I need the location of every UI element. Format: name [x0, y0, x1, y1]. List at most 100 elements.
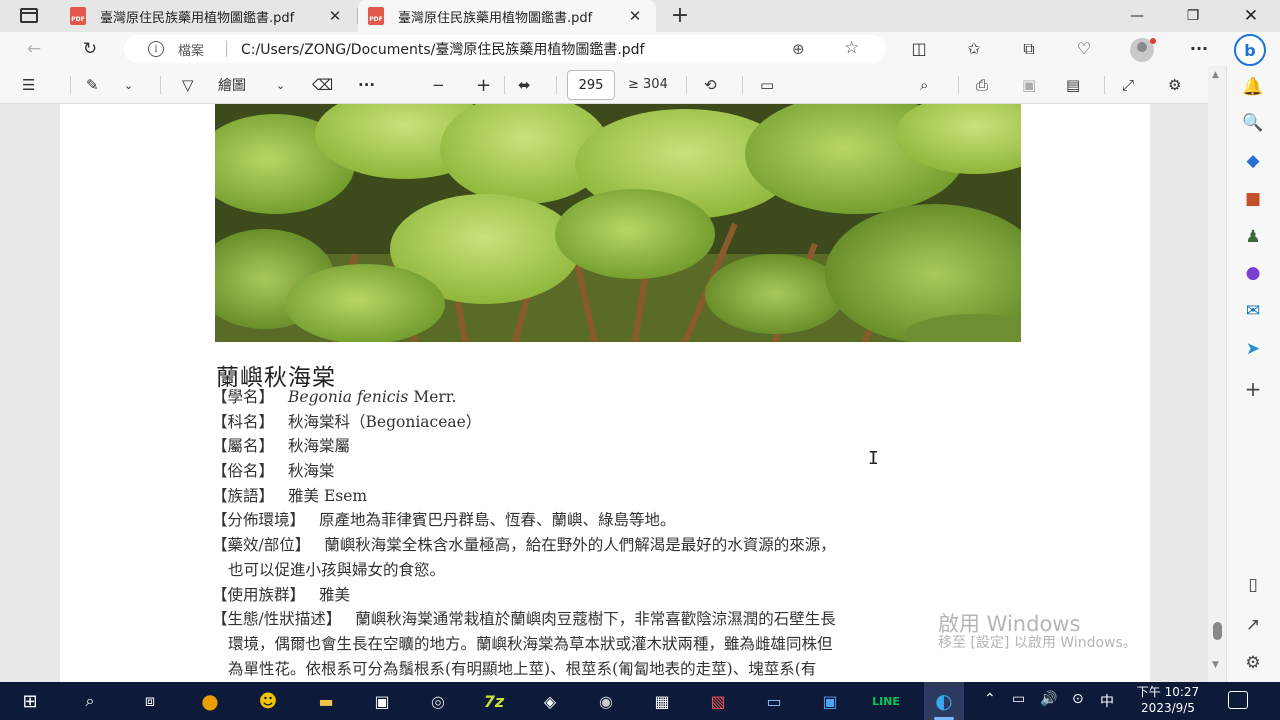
doc-line: 環境，偶爾也會生長在空曠的地方。蘭嶼秋海棠為草本狀或灌木狀兩種，雖為雌雄同株但 [228, 634, 833, 653]
sidebar-settings-icon[interactable]: ⚙ [1241, 652, 1265, 674]
settings-gear-icon[interactable]: ⚙ [1168, 74, 1181, 96]
pdf-toolbar: ☰ ✎ ⌄ ▽ 繪圖 ⌄ ⌫ ··· − + ⬌ 295 ≥ 304 ⟲ ▭ ⌕… [0, 66, 1226, 104]
app-icon[interactable]: ◈ [530, 687, 570, 715]
app-icon[interactable]: ◎ [418, 687, 458, 715]
vertical-scrollbar[interactable]: ▲ ▼ [1208, 66, 1226, 682]
app-icon[interactable]: ▭ [754, 687, 794, 715]
app-icon[interactable]: ▣ [362, 687, 402, 715]
fullscreen-icon[interactable]: ⤢ [1122, 74, 1134, 96]
collections-icon[interactable]: ⧉ [1018, 39, 1040, 59]
search-icon[interactable]: 🔍 [1241, 112, 1265, 134]
edge-icon[interactable]: ◐ [924, 687, 964, 715]
bing-copilot-button[interactable]: b [1234, 34, 1266, 66]
app-icon[interactable]: ▦ [642, 687, 682, 715]
tab-actions-icon[interactable] [20, 8, 38, 23]
shopping-tag-icon[interactable]: ◆ [1241, 150, 1265, 172]
divider [742, 76, 743, 94]
chevron-down-icon[interactable]: ⌄ [124, 74, 133, 96]
rotate-icon[interactable]: ⟲ [704, 74, 717, 96]
doc-line: 【學名】 Begonia fenicis Merr. [212, 388, 457, 406]
ime-indicator[interactable]: 中 [1100, 691, 1114, 711]
send-icon[interactable]: ➤ [1241, 338, 1265, 360]
more-tools-icon[interactable]: ··· [358, 74, 375, 96]
divider [556, 76, 557, 94]
info-icon[interactable]: i [148, 41, 164, 57]
sidebar-toggle-icon[interactable]: ▯ [1241, 574, 1265, 596]
page-number-input[interactable]: 295 [567, 70, 615, 100]
divider [686, 76, 687, 94]
omnibox[interactable]: i 檔案 C:/Users/ZONG/Documents/臺灣原住民族藥用植物圖… [124, 35, 886, 63]
more-menu-icon[interactable]: ··· [1188, 39, 1210, 58]
new-tab-button[interactable]: + [668, 3, 692, 28]
edge-sidebar: 🔔 🔍 ◆ ■ ♟ ● ✉ ➤ + ▯ ↗ ⚙ [1226, 66, 1280, 682]
tools-briefcase-icon[interactable]: ■ [1241, 188, 1265, 210]
divider [504, 76, 505, 94]
7zip-icon[interactable]: 7z [474, 687, 514, 715]
draw-icon[interactable]: ▽ [182, 74, 194, 96]
open-external-icon[interactable]: ↗ [1241, 614, 1265, 636]
pdf-icon: PDF [70, 7, 86, 25]
close-icon[interactable]: ✕ [324, 7, 346, 25]
start-windows-icon[interactable]: ⊞ [10, 687, 50, 715]
doc-line: 【使用族群】 雅美 [212, 585, 351, 604]
app-icon[interactable]: ▣ [810, 687, 850, 715]
divider [226, 41, 228, 57]
outlook-icon[interactable]: ✉ [1241, 300, 1265, 322]
favorite-star-icon[interactable]: ☆ [844, 38, 859, 58]
task-view-icon[interactable]: ⧈ [130, 687, 170, 715]
maximize-button[interactable]: ❐ [1166, 0, 1220, 32]
minimize-button[interactable]: — [1110, 0, 1164, 32]
highlight-icon[interactable]: ✎ [86, 74, 99, 96]
close-window-button[interactable]: ✕ [1224, 0, 1278, 32]
chrome-icon[interactable]: ● [190, 687, 230, 715]
add-icon[interactable]: + [1241, 377, 1265, 401]
print-icon[interactable]: ⎙ [976, 74, 988, 96]
divider [1104, 76, 1105, 94]
app-icon[interactable]: ☻ [248, 687, 288, 715]
search-icon[interactable]: ⌕ [70, 687, 110, 715]
fit-width-icon[interactable]: ⬌ [518, 74, 531, 96]
performance-icon[interactable]: ♡ [1073, 39, 1095, 58]
save-icon[interactable]: ▣ [1022, 74, 1036, 96]
tab-pdf-2[interactable]: PDF 臺灣原住民族藥用植物圖鑑書.pdf ✕ [358, 0, 656, 32]
doc-line: 【族語】 雅美 Esem [212, 486, 368, 505]
games-icon[interactable]: ♟ [1241, 226, 1265, 248]
zoom-out-icon[interactable]: − [432, 74, 445, 96]
chevron-down-icon[interactable]: ⌄ [276, 74, 285, 96]
url-text[interactable]: C:/Users/ZONG/Documents/臺灣原住民族藥用植物圖鑑書.pd… [241, 39, 644, 59]
split-screen-icon[interactable]: ◫ [908, 39, 930, 58]
scroll-down-icon[interactable]: ▼ [1212, 660, 1219, 670]
tab-title: 臺灣原住民族藥用植物圖鑑書.pdf [100, 10, 295, 26]
zoom-icon[interactable]: ⊕ [792, 40, 805, 58]
eraser-icon[interactable]: ⌫ [312, 74, 333, 96]
taskbar-clock[interactable]: 下午 10:27 2023/9/5 [1128, 684, 1208, 716]
back-button[interactable]: ← [20, 36, 48, 62]
draw-label[interactable]: 繪圖 [218, 74, 246, 96]
scroll-thumb[interactable] [1213, 622, 1222, 640]
close-icon[interactable]: ✕ [624, 7, 646, 25]
notification-center-icon[interactable] [1228, 691, 1248, 709]
tray-chevron-up-icon[interactable]: ⌃ [984, 691, 996, 707]
line-icon[interactable]: LINE [866, 687, 906, 715]
volume-icon[interactable]: 🔊 [1040, 691, 1057, 707]
doc-line: 【分佈環境】 原產地為菲律賓巴丹群島、恆春、蘭嶼、綠島等地。 [212, 511, 676, 530]
contents-icon[interactable]: ☰ [22, 74, 35, 96]
notification-bell-icon[interactable]: 🔔 [1241, 76, 1265, 98]
app-icon[interactable]: ◉ [586, 687, 626, 715]
app-icon[interactable]: ▧ [698, 687, 738, 715]
tab-pdf-1[interactable]: PDF 臺灣原住民族藥用植物圖鑑書.pdf ✕ [60, 0, 356, 32]
search-icon[interactable]: ⌕ [920, 74, 928, 96]
clock-date: 2023/9/5 [1141, 701, 1195, 715]
favorites-icon[interactable]: ✩ [963, 39, 985, 58]
tray-app-icon[interactable]: ⊙ [1072, 691, 1084, 707]
pdf-viewer[interactable]: 蘭嶼秋海棠 【學名】 Begonia fenicis Merr. 【科名】 秋海棠科… [0, 104, 1226, 682]
scroll-up-icon[interactable]: ▲ [1212, 70, 1219, 80]
network-icon[interactable]: ▭ [1012, 691, 1025, 707]
page-view-icon[interactable]: ▭ [760, 74, 774, 96]
zoom-in-icon[interactable]: + [476, 74, 491, 96]
refresh-button[interactable]: ↻ [76, 36, 104, 62]
doc-line: 為單性花。依根系可分為鬚根系(有明顯地上莖)、根莖系(匍匐地表的走莖)、塊莖系(… [228, 659, 817, 678]
save-as-icon[interactable]: ▤ [1066, 74, 1080, 96]
microsoft-365-icon[interactable]: ● [1241, 262, 1265, 284]
file-explorer-icon[interactable]: ▬ [306, 687, 346, 715]
